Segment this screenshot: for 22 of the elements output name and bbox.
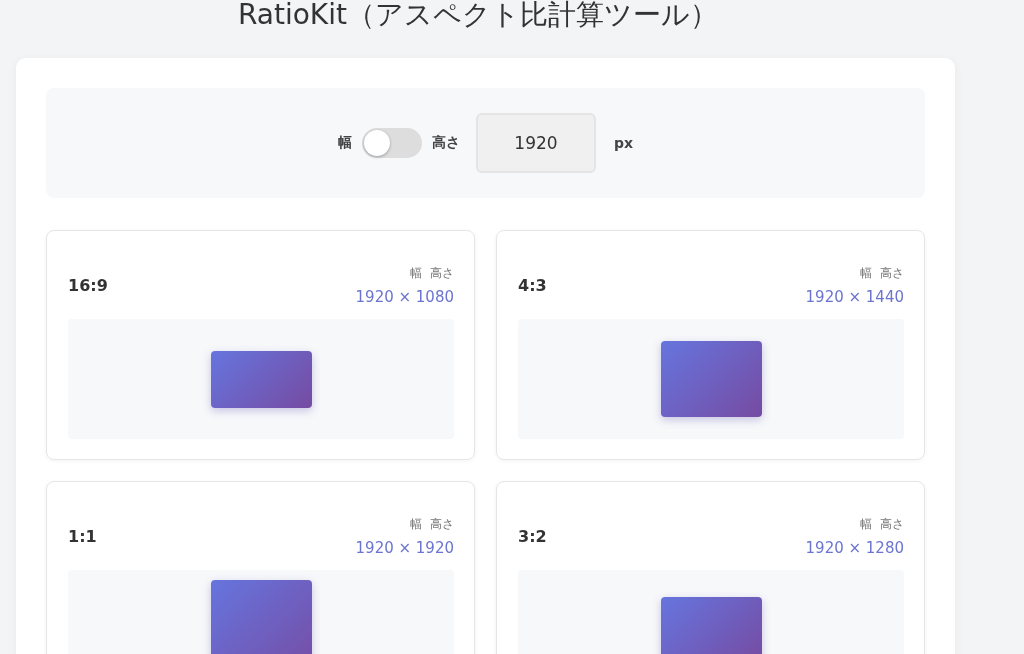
ratio-label: 1:1 [68, 526, 97, 546]
width-caption: 幅 [410, 515, 422, 533]
height-caption: 高さ [880, 264, 904, 282]
ratio-label: 16:9 [68, 275, 108, 295]
ratio-label: 4:3 [518, 275, 547, 295]
height-label: 高さ [431, 134, 460, 152]
toggle-switch[interactable] [361, 128, 422, 158]
dimensions-text: 1920 × 1280 [805, 538, 904, 557]
size-input[interactable]: 1920 [475, 113, 596, 173]
width-caption: 幅 [860, 264, 872, 282]
height-caption: 高さ [430, 264, 454, 282]
dimensions-text: 1920 × 1440 [805, 287, 904, 306]
unit-label: px [613, 135, 634, 151]
dimensions-text: 1920 × 1920 [355, 538, 454, 557]
width-label: 幅 [337, 134, 352, 152]
height-caption: 高さ [430, 515, 454, 533]
dimensions-text: 1920 × 1080 [355, 287, 454, 306]
width-caption: 幅 [860, 515, 872, 533]
ratio-label: 3:2 [518, 526, 547, 546]
width-caption: 幅 [410, 264, 422, 282]
height-caption: 高さ [880, 515, 904, 533]
page-title: RatioKit（アスペクト比計算ツール） [237, 0, 719, 33]
